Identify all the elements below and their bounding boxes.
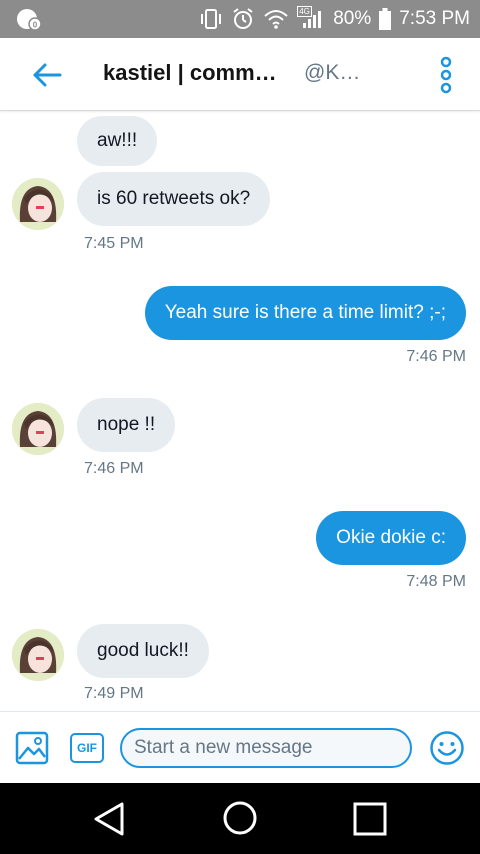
gif-button[interactable]: GIF: [70, 733, 104, 763]
message-composer: GIF: [0, 711, 480, 784]
message-timestamp: 7:45 PM: [84, 235, 144, 252]
back-button[interactable]: [30, 60, 64, 90]
add-photo-button[interactable]: [15, 731, 49, 765]
avatar[interactable]: [12, 178, 64, 230]
vibrate-icon: [199, 8, 223, 30]
nav-back-button[interactable]: [92, 801, 126, 837]
battery-percent: 80%: [333, 8, 372, 29]
conversation-title[interactable]: kastiel | comm…: [103, 60, 277, 86]
more-vertical-icon: [436, 56, 456, 98]
battery-icon: [379, 8, 392, 30]
nav-recents-button[interactable]: [353, 802, 387, 836]
avatar[interactable]: [12, 629, 64, 681]
conversation-handle[interactable]: @K…: [304, 61, 360, 85]
emoji-icon: [429, 731, 465, 770]
message-bubble-incoming[interactable]: nope !!: [77, 398, 176, 452]
system-nav-bar: [0, 783, 480, 854]
message-bubble-incoming[interactable]: aw!!!: [77, 116, 158, 166]
notification-icon: 0: [16, 7, 42, 31]
conversation-header: kastiel | comm… @K…: [0, 38, 480, 111]
status-bar: 0 4G 80% 7:53 PM: [0, 0, 480, 38]
wifi-icon: [263, 8, 289, 30]
image-icon: [15, 731, 49, 769]
nav-back-icon: [92, 802, 126, 841]
message-timestamp: 7:49 PM: [84, 685, 144, 702]
nav-home-icon: [222, 801, 258, 840]
message-timestamp: 7:48 PM: [406, 573, 466, 590]
clock: 7:53 PM: [399, 8, 470, 29]
emoji-button[interactable]: [429, 730, 465, 766]
network-type: 4G: [297, 6, 312, 17]
more-options-button[interactable]: [436, 56, 456, 94]
message-timestamp: 7:46 PM: [406, 348, 466, 365]
message-bubble-incoming[interactable]: is 60 retweets ok?: [77, 172, 271, 226]
nav-recents-icon: [353, 802, 387, 840]
svg-text:0: 0: [33, 21, 38, 30]
message-bubble-outgoing[interactable]: Yeah sure is there a time limit? ;-;: [144, 286, 466, 340]
message-bubble-outgoing[interactable]: Okie dokie c:: [316, 511, 466, 565]
nav-home-button[interactable]: [222, 800, 258, 836]
message-timestamp: 7:46 PM: [84, 460, 144, 477]
message-bubble-incoming[interactable]: good luck!!: [77, 624, 209, 678]
arrow-left-icon: [30, 63, 64, 94]
avatar[interactable]: [12, 403, 64, 455]
signal-icon: 4G: [297, 6, 325, 30]
message-input[interactable]: [120, 728, 412, 768]
alarm-icon: [231, 7, 255, 31]
